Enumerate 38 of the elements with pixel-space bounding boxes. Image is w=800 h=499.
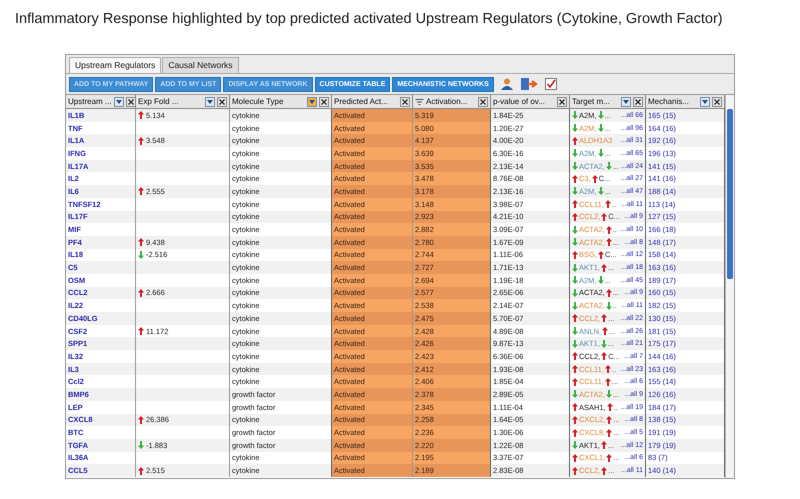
checklist-icon[interactable] <box>544 77 558 91</box>
filter-icon[interactable] <box>307 96 317 106</box>
filter-icon[interactable] <box>700 96 710 106</box>
filter-icon[interactable] <box>621 96 631 106</box>
column-label: Target m... <box>572 97 611 106</box>
person-icon[interactable] <box>500 77 514 91</box>
close-icon[interactable] <box>478 96 488 106</box>
scrollbar[interactable] <box>725 95 734 478</box>
close-icon[interactable] <box>557 96 567 106</box>
column-label: Predicted Act... <box>334 97 389 106</box>
filter-icon[interactable] <box>205 96 215 106</box>
filter-icon[interactable] <box>114 96 124 106</box>
column-header[interactable]: Target m... <box>570 95 646 108</box>
column-label: Mechanis... <box>648 97 690 106</box>
column-header[interactable]: Molecule Type <box>230 95 332 108</box>
close-icon[interactable] <box>633 96 643 106</box>
column-header[interactable]: Exp Fold ... <box>136 95 230 108</box>
column-header[interactable]: Mechanis... <box>646 95 725 108</box>
column-header[interactable]: Predicted Act... <box>332 95 413 108</box>
close-icon[interactable] <box>712 96 722 106</box>
close-icon[interactable] <box>217 96 227 106</box>
column-label: Activation... <box>426 97 468 106</box>
column-label: Upstream ... <box>68 97 112 106</box>
close-icon[interactable] <box>126 96 135 106</box>
sort-icon[interactable] <box>415 98 424 106</box>
close-icon[interactable] <box>319 96 329 106</box>
column-header[interactable]: p-value of ov... <box>491 95 570 108</box>
column-header[interactable]: Upstream ... <box>66 95 136 108</box>
page-title: Inflammatory Response highlighted by top predicted activated Upstream Regulators (Cytokine, Growth Factor) <box>14 10 724 29</box>
column-label: p-value of ov... <box>493 97 546 106</box>
close-icon[interactable] <box>400 96 410 106</box>
column-header[interactable]: Activation... <box>413 95 491 108</box>
column-label: Molecule Type <box>232 97 284 106</box>
scroll-thumb[interactable] <box>727 109 733 279</box>
export-icon[interactable] <box>520 77 538 91</box>
tab[interactable]: Upstream Regulators <box>69 57 162 73</box>
column-label: Exp Fold ... <box>138 97 180 106</box>
tab[interactable]: Causal Networks <box>162 57 239 73</box>
